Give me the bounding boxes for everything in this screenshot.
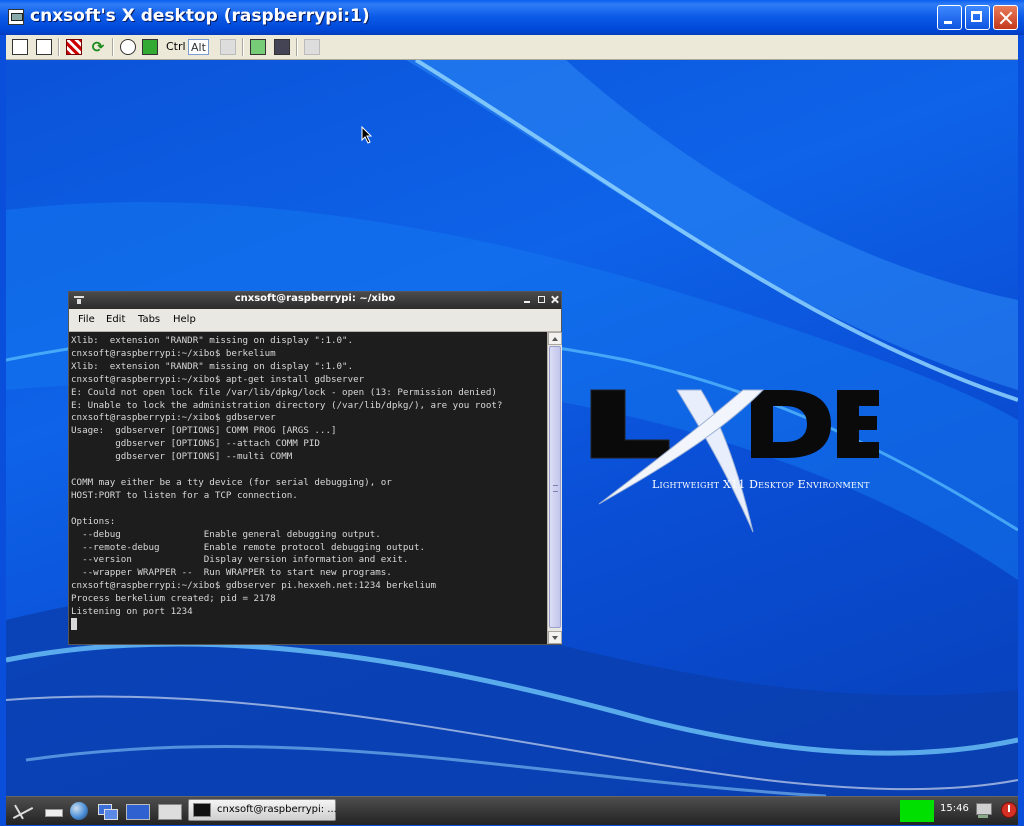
workspace-1-button[interactable] [124,800,152,822]
file-transfer-icon[interactable] [250,39,266,55]
terminal-close-button[interactable] [551,296,558,303]
lxde-menu-icon[interactable] [8,800,38,822]
terminal-window[interactable]: cnxsoft@raspberrypi: ~/xibo File Edit Ta… [68,291,562,645]
window-title: cnxsoft's X desktop (raspberrypi:1) [30,6,370,26]
scroll-down-arrow-icon[interactable] [548,631,562,644]
menu-edit[interactable]: Edit [106,314,125,325]
toolbar-separator [242,38,244,56]
toolbar-separator [112,38,114,56]
web-browser-icon[interactable] [68,800,90,822]
scroll-thumb[interactable] [549,346,561,628]
vnc-app-icon[interactable] [8,9,24,25]
start-menu-icon[interactable] [142,39,158,55]
lxde-logo [590,389,879,533]
terminal-cursor [71,618,77,630]
connection-info-icon[interactable] [36,39,52,55]
lxde-panel: cnxsoft@raspberrypi: ... 15:46 [6,796,1018,825]
terminal-minimize-button[interactable] [524,296,531,303]
minimize-button[interactable] [937,5,962,30]
toolbar-separator [296,38,298,56]
clipboard-icon[interactable] [220,39,236,55]
options-icon[interactable] [12,39,28,55]
network-icon[interactable] [974,800,996,822]
maximize-button[interactable] [965,5,990,30]
scroll-up-arrow-icon[interactable] [548,332,562,345]
toolbar-separator [58,38,60,56]
terminal-output[interactable]: Xlib: extension "RANDR" missing on displ… [71,335,546,635]
taskbar-label: cnxsoft@raspberrypi: ... [217,804,337,815]
menu-file[interactable]: File [78,314,95,325]
save-icon[interactable] [274,39,290,55]
menu-tabs[interactable]: Tabs [138,314,160,325]
close-button[interactable] [993,5,1018,30]
menu-help[interactable]: Help [173,314,196,325]
refresh-icon[interactable]: ⟳ [90,39,106,55]
alt-button[interactable]: Alt [188,39,209,55]
logout-icon[interactable] [1000,800,1018,822]
show-desktop-icon[interactable] [96,800,120,822]
cpu-monitor[interactable] [900,800,934,822]
lxde-tagline: Lightweight X11 Desktop Environment [652,478,870,491]
ctrl-alt-del-icon[interactable] [120,39,136,55]
ctrl-button[interactable]: Ctrl [164,39,188,55]
scale-icon[interactable] [304,39,320,55]
remote-desktop[interactable]: Lightweight X11 Desktop Environment cnxs… [6,60,1018,796]
full-screen-icon[interactable] [66,39,82,55]
terminal-scrollbar[interactable] [547,332,562,644]
terminal-title: cnxsoft@raspberrypi: ~/xibo [234,293,396,304]
file-manager-icon[interactable] [42,800,64,822]
terminal-menubar: File Edit Tabs Help [69,309,561,332]
terminal-maximize-button[interactable] [538,296,545,303]
mouse-cursor-icon [361,126,373,144]
vnc-titlebar[interactable]: cnxsoft's X desktop (raspberrypi:1) [0,0,1024,35]
taskbar-terminal-button[interactable]: cnxsoft@raspberrypi: ... [188,799,337,821]
window-frame-right [1018,35,1024,826]
clock[interactable]: 15:46 [940,803,969,819]
terminal-titlebar[interactable]: cnxsoft@raspberrypi: ~/xibo [69,292,561,309]
terminal-icon [193,803,211,817]
workspace-2-button[interactable] [156,800,184,822]
vnc-toolbar: ⟳ Ctrl Alt [6,35,1018,60]
